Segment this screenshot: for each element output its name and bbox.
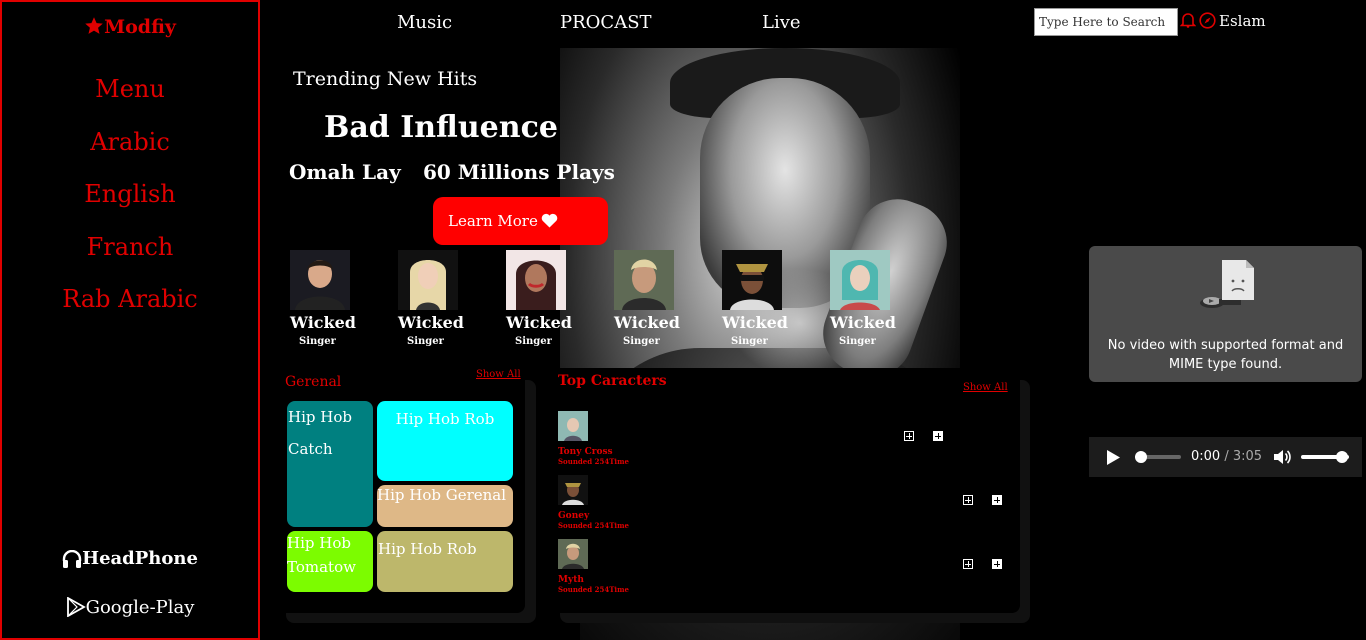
play-count: 60 Millions Plays xyxy=(423,160,615,184)
singer-name: Wicked xyxy=(722,313,788,332)
nav-music[interactable]: Music xyxy=(397,12,452,33)
audio-seek-thumb[interactable] xyxy=(1135,451,1147,463)
characters-panel xyxy=(550,368,1020,613)
expand-icon[interactable] xyxy=(963,559,973,569)
character-name: Myth xyxy=(558,575,584,585)
character-sub: Sounded 254Time xyxy=(558,585,629,594)
characters-title: Top Caracters xyxy=(558,373,667,389)
singer-avatar xyxy=(614,250,674,310)
nav-live[interactable]: Live xyxy=(762,12,801,33)
headphone-label: HeadPhone xyxy=(82,548,198,569)
character-name: Goney xyxy=(558,511,590,521)
singer-avatar xyxy=(722,250,782,310)
tile-label: Hip Hob xyxy=(288,408,352,426)
genre-tile-hip-hob-catch[interactable]: Hip Hob Catch xyxy=(287,401,373,527)
nav-procast[interactable]: PROCAST xyxy=(560,12,652,33)
audio-current: 0:00 xyxy=(1191,449,1221,464)
broken-file-icon xyxy=(1200,260,1254,308)
tile-label: Hip Hob Gerenal xyxy=(377,486,507,504)
general-title: Gerenal xyxy=(285,374,342,390)
play-icon[interactable] xyxy=(1106,450,1120,465)
headphones-icon xyxy=(62,549,82,568)
compass-icon[interactable] xyxy=(1199,12,1216,29)
tile-label: Hip Hob Rob xyxy=(395,410,495,428)
google-play-link[interactable]: Google-Play xyxy=(2,596,258,618)
audio-player: 0:00 / 3:05 xyxy=(1089,437,1362,477)
singer-avatar xyxy=(290,250,350,310)
singer-name: Wicked xyxy=(290,313,356,332)
brand-name: Modfiy xyxy=(104,16,176,38)
google-play-label: Google-Play xyxy=(85,597,195,618)
singer-avatar xyxy=(398,250,458,310)
artist-name: Omah Lay xyxy=(289,160,401,184)
singer-card[interactable]: Wicked Singer xyxy=(398,250,468,347)
genre-tile-hip-hob-gerenal[interactable]: Hip Hob Gerenal xyxy=(377,485,513,527)
singer-card[interactable]: Wicked Singer xyxy=(614,250,684,347)
tile-label: Hip Hob Rob xyxy=(378,540,477,558)
audio-duration: 3:05 xyxy=(1232,449,1263,464)
sidebar-item-english[interactable]: English xyxy=(2,177,258,230)
character-sub: Sounded 254Time xyxy=(558,521,629,530)
singer-name: Wicked xyxy=(398,313,464,332)
character-avatar xyxy=(558,539,588,569)
search-input[interactable] xyxy=(1034,8,1178,36)
singer-card[interactable]: Wicked Singer xyxy=(290,250,360,347)
sidebar-item-menu[interactable]: Menu xyxy=(2,72,258,125)
singer-role: Singer xyxy=(407,336,444,347)
sidebar-item-franch[interactable]: Franch xyxy=(2,230,258,283)
characters-show-all-link[interactable]: Show All xyxy=(963,382,1008,393)
google-play-icon xyxy=(66,596,86,618)
singer-name: Wicked xyxy=(830,313,896,332)
genre-tile-hip-hob-rob-2[interactable]: Hip Hob Rob xyxy=(377,531,513,592)
character-avatar xyxy=(558,411,588,441)
singer-card[interactable]: Wicked Singer xyxy=(722,250,792,347)
bell-icon[interactable] xyxy=(1180,12,1196,28)
singer-name: Wicked xyxy=(614,313,680,332)
expand-icon[interactable] xyxy=(904,431,914,441)
tile-label: Tomatow xyxy=(287,558,356,576)
singer-role: Singer xyxy=(623,336,660,347)
add-icon[interactable] xyxy=(992,495,1002,505)
song-title: Bad Influence xyxy=(324,110,558,145)
singer-card[interactable]: Wicked Singer xyxy=(506,250,576,347)
tile-label: Hip Hob xyxy=(287,534,351,552)
add-icon[interactable] xyxy=(992,559,1002,569)
hero-kicker: Trending New Hits xyxy=(293,68,478,90)
expand-icon[interactable] xyxy=(963,495,973,505)
singer-role: Singer xyxy=(839,336,876,347)
singer-avatar xyxy=(506,250,566,310)
user-name[interactable]: Eslam xyxy=(1219,12,1266,30)
sidebar-item-arabic[interactable]: Arabic xyxy=(2,125,258,178)
sidebar-menu: Menu Arabic English Franch Rab Arabic xyxy=(2,72,258,335)
volume-icon[interactable] xyxy=(1273,449,1291,465)
add-icon[interactable] xyxy=(933,431,943,441)
audio-time: 0:00 / 3:05 xyxy=(1191,449,1263,464)
brand-logo[interactable]: Modfiy xyxy=(2,16,258,38)
singer-name: Wicked xyxy=(506,313,572,332)
singer-role: Singer xyxy=(731,336,768,347)
tile-label: Catch xyxy=(288,440,333,458)
singer-role: Singer xyxy=(515,336,552,347)
character-sub: Sounded 254Time xyxy=(558,457,629,466)
video-error-line1: No video with supported format and xyxy=(1107,338,1344,353)
sidebar-item-rab-arabic[interactable]: Rab Arabic xyxy=(2,282,258,335)
heart-icon xyxy=(541,213,558,228)
video-error-line2: MIME type found. xyxy=(1168,357,1283,372)
volume-thumb[interactable] xyxy=(1336,451,1348,463)
headphone-link[interactable]: HeadPhone xyxy=(2,548,258,569)
learn-more-label: Learn More xyxy=(448,212,538,230)
sidebar: Modfiy Menu Arabic English Franch Rab Ar… xyxy=(0,0,260,640)
singer-avatar xyxy=(830,250,890,310)
learn-more-button[interactable]: Learn More xyxy=(433,197,608,245)
general-show-all-link[interactable]: Show All xyxy=(476,369,521,380)
character-avatar xyxy=(558,475,588,505)
star-icon xyxy=(85,17,103,34)
video-player[interactable]: No video with supported format and MIME … xyxy=(1089,246,1362,382)
singer-card[interactable]: Wicked Singer xyxy=(830,250,900,347)
genre-tile-hip-hob-rob[interactable]: Hip Hob Rob xyxy=(377,401,513,481)
character-name: Tony Cross xyxy=(558,447,613,457)
genre-tile-hip-hob-tomatow[interactable]: Hip Hob Tomatow xyxy=(287,531,373,592)
singer-role: Singer xyxy=(299,336,336,347)
